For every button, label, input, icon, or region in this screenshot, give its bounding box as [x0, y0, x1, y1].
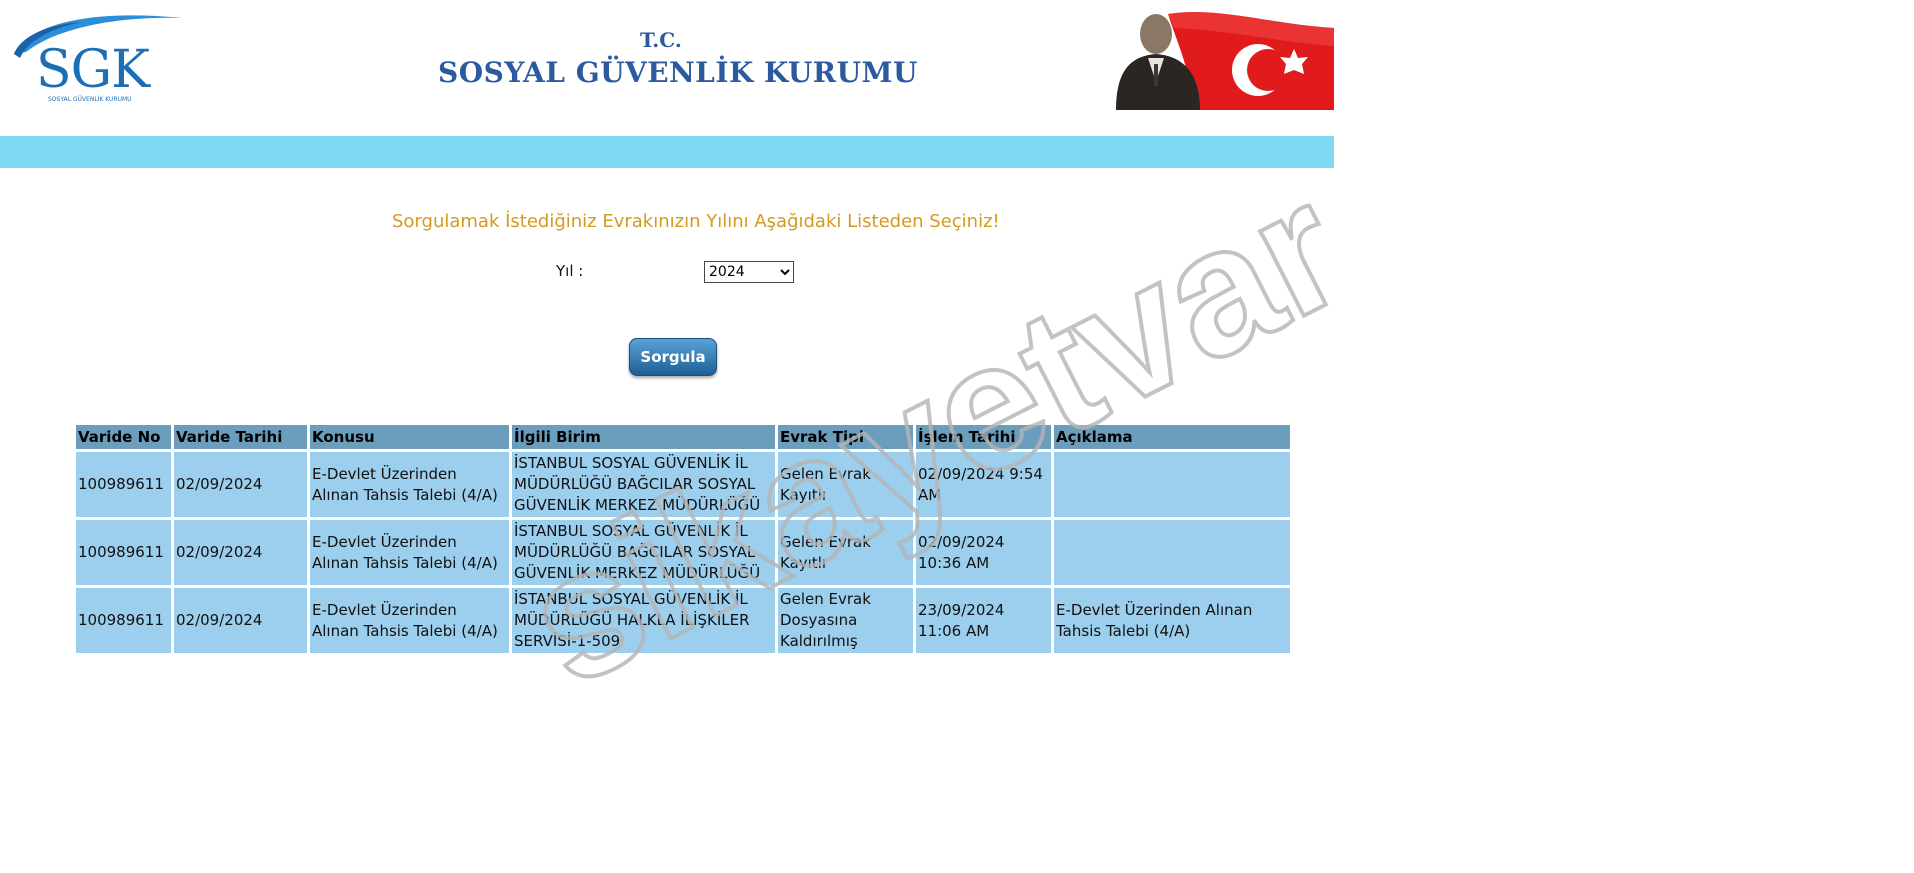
column-header-ilgili-birim: İlgili Birim	[512, 425, 775, 449]
results-table: Varide No Varide Tarihi Konusu İlgili Bi…	[73, 422, 1293, 656]
cell-islem-tarihi: 02/09/2024 10:36 AM	[916, 520, 1051, 585]
cell-ilgili-birim: İSTANBUL SOSYAL GÜVENLİK İL MÜDÜRLÜĞÜ BA…	[512, 452, 775, 517]
cell-ilgili-birim: İSTANBUL SOSYAL GÜVENLİK İL MÜDÜRLÜĞÜ HA…	[512, 588, 775, 653]
sgk-logo-icon: SGK SOSYAL GÜVENLİK KURUMU	[12, 12, 182, 103]
logo-subtitle: SOSYAL GÜVENLİK KURUMU	[48, 96, 132, 103]
sorgula-button[interactable]: Sorgula	[629, 338, 717, 376]
ataturk-flag-image	[1108, 6, 1334, 111]
cell-evrak-tipi: Gelen Evrak Kayıtlı	[778, 520, 913, 585]
column-header-evrak-tipi: Evrak Tipi	[778, 425, 913, 449]
column-header-aciklama: Açıklama	[1054, 425, 1290, 449]
cell-aciklama: E-Devlet Üzerinden Alınan Tahsis Talebi …	[1054, 588, 1290, 653]
cell-varide-no: 100989611	[76, 520, 171, 585]
logo-text: SGK	[36, 40, 150, 100]
cell-varide-no: 100989611	[76, 588, 171, 653]
institution-title: SOSYAL GÜVENLİK KURUMU	[438, 56, 918, 89]
tc-label: T.C.	[640, 28, 682, 52]
year-select[interactable]: 2024	[704, 261, 794, 283]
cell-ilgili-birim: İSTANBUL SOSYAL GÜVENLİK İL MÜDÜRLÜĞÜ BA…	[512, 520, 775, 585]
table-row: 100989611 02/09/2024 E-Devlet Üzerinden …	[76, 588, 1290, 653]
cell-varide-tarihi: 02/09/2024	[174, 588, 307, 653]
cell-aciklama	[1054, 520, 1290, 585]
cell-evrak-tipi: Gelen Evrak Dosyasına Kaldırılmış	[778, 588, 913, 653]
column-header-islem-tarihi: İşlem Tarihi	[916, 425, 1051, 449]
table-row: 100989611 02/09/2024 E-Devlet Üzerinden …	[76, 520, 1290, 585]
cell-aciklama	[1054, 452, 1290, 517]
cell-varide-tarihi: 02/09/2024	[174, 452, 307, 517]
year-label: Yıl :	[556, 262, 584, 280]
header-band	[0, 136, 1334, 168]
cell-konusu: E-Devlet Üzerinden Alınan Tahsis Talebi …	[310, 520, 509, 585]
cell-evrak-tipi: Gelen Evrak Kayıtlı	[778, 452, 913, 517]
page-header: SGK SOSYAL GÜVENLİK KURUMU T.C. SOSYAL G…	[0, 0, 1334, 136]
cell-varide-no: 100989611	[76, 452, 171, 517]
cell-islem-tarihi: 23/09/2024 11:06 AM	[916, 588, 1051, 653]
cell-islem-tarihi: 02/09/2024 9:54 AM	[916, 452, 1051, 517]
column-header-konusu: Konusu	[310, 425, 509, 449]
instruction-text: Sorgulamak İstediğiniz Evrakınızın Yılın…	[392, 211, 1000, 232]
table-header-row: Varide No Varide Tarihi Konusu İlgili Bi…	[76, 425, 1290, 449]
cell-konusu: E-Devlet Üzerinden Alınan Tahsis Talebi …	[310, 588, 509, 653]
cell-konusu: E-Devlet Üzerinden Alınan Tahsis Talebi …	[310, 452, 509, 517]
cell-varide-tarihi: 02/09/2024	[174, 520, 307, 585]
table-row: 100989611 02/09/2024 E-Devlet Üzerinden …	[76, 452, 1290, 517]
column-header-varide-no: Varide No	[76, 425, 171, 449]
column-header-varide-tarihi: Varide Tarihi	[174, 425, 307, 449]
